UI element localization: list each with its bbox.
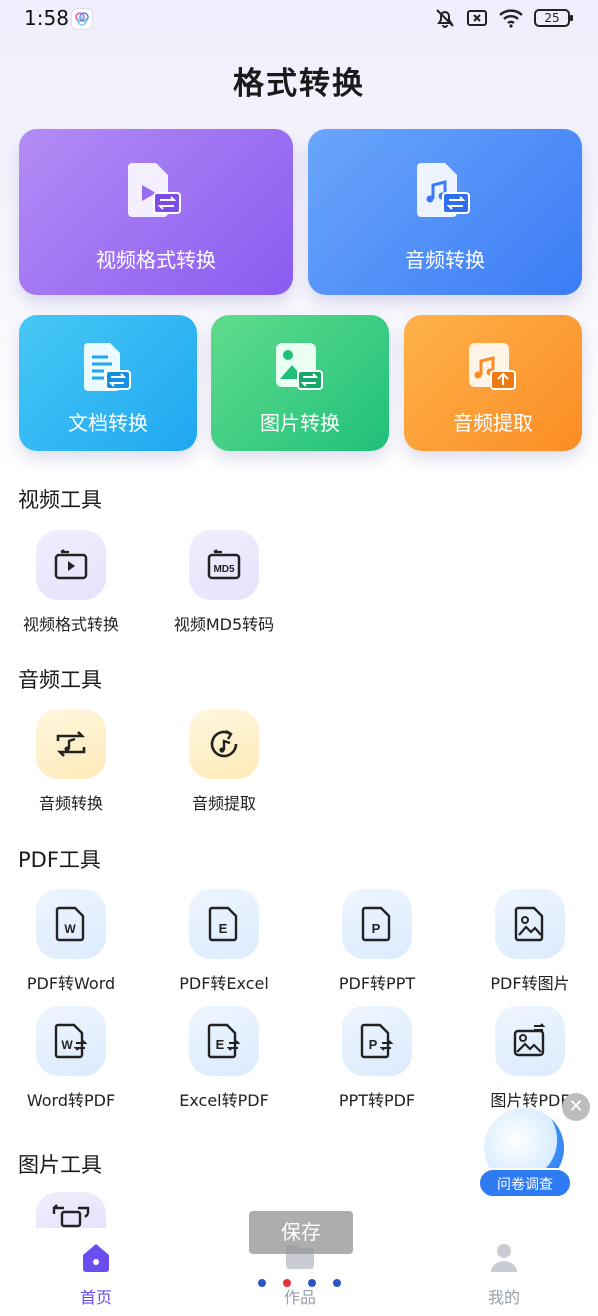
- word-to-pdf-icon: W: [36, 1006, 106, 1076]
- word-file-icon: W: [36, 889, 106, 959]
- card-label: 视频格式转换: [96, 248, 216, 272]
- md5-icon: MD5: [189, 530, 259, 600]
- loading-dots: [258, 1279, 341, 1287]
- audio-extract-circle-icon: [189, 709, 259, 779]
- section-title-pdf: PDF工具: [18, 848, 101, 872]
- image-convert-icon: [274, 341, 326, 399]
- tool-label: PDF转Excel: [179, 974, 269, 993]
- video-file-convert-icon: [126, 159, 186, 225]
- tool-ppt-to-pdf[interactable]: P PPT转PDF: [307, 1006, 447, 1111]
- wifi-icon: [498, 7, 524, 29]
- card-label: 音频提取: [453, 411, 533, 435]
- tool-label: 视频格式转换: [22, 615, 119, 634]
- close-icon[interactable]: ✕: [562, 1093, 590, 1121]
- excel-to-pdf-icon: E: [189, 1006, 259, 1076]
- home-icon: [83, 1244, 109, 1272]
- audio-extract-icon: [467, 341, 519, 399]
- svg-text:E: E: [219, 921, 228, 936]
- dot: [333, 1279, 341, 1287]
- tool-label: 音频转换: [38, 794, 103, 813]
- tool-pdf-to-image[interactable]: PDF转图片: [460, 889, 598, 994]
- save-toast: 保存: [249, 1211, 353, 1254]
- card-label: 文档转换: [68, 411, 148, 435]
- person-icon: [491, 1244, 517, 1272]
- tool-audio-convert[interactable]: 音频转换: [1, 709, 141, 814]
- tool-image-partial[interactable]: [36, 1192, 106, 1228]
- sim-disabled-icon: [466, 7, 488, 29]
- tool-video-md5[interactable]: MD5 视频MD5转码: [154, 530, 294, 635]
- image-convert-card[interactable]: 图片转换: [211, 315, 389, 451]
- tool-word-to-pdf[interactable]: W Word转PDF: [1, 1006, 141, 1111]
- audio-loop-convert-icon: [36, 709, 106, 779]
- document-convert-card[interactable]: 文档转换: [19, 315, 197, 451]
- nav-home[interactable]: 首页: [46, 1240, 146, 1308]
- page-title: 格式转换: [233, 66, 365, 102]
- ppt-file-icon: P: [342, 889, 412, 959]
- tool-label: PDF转图片: [490, 974, 570, 993]
- dot: [308, 1279, 316, 1287]
- document-convert-icon: [82, 341, 134, 399]
- tool-excel-to-pdf[interactable]: E Excel转PDF: [154, 1006, 294, 1111]
- svg-text:P: P: [369, 1037, 378, 1052]
- tool-pdf-to-ppt[interactable]: P PDF转PPT: [307, 889, 447, 994]
- nav-label: 我的: [487, 1288, 520, 1307]
- audio-convert-card[interactable]: 音频转换: [308, 129, 582, 295]
- video-convert-icon: [36, 530, 106, 600]
- video-format-convert-card[interactable]: 视频格式转换: [19, 129, 293, 295]
- audio-extract-card[interactable]: 音频提取: [404, 315, 582, 451]
- app-notification-icon: [72, 9, 92, 29]
- nav-label: 首页: [79, 1288, 112, 1307]
- svg-text:E: E: [216, 1037, 225, 1052]
- svg-text:MD5: MD5: [213, 564, 235, 575]
- svg-text:W: W: [61, 1038, 73, 1052]
- dot: [283, 1279, 291, 1287]
- dot: [258, 1279, 266, 1287]
- svg-text:W: W: [64, 922, 76, 936]
- image-to-pdf-icon: [495, 1006, 565, 1076]
- audio-file-convert-icon: [415, 159, 475, 225]
- image-file-icon: [495, 889, 565, 959]
- excel-file-icon: E: [189, 889, 259, 959]
- nav-label: 作品: [283, 1288, 316, 1307]
- tool-pdf-to-word[interactable]: W PDF转Word: [1, 889, 141, 994]
- section-title-video: 视频工具: [18, 488, 102, 512]
- tool-label: PDF转PPT: [338, 974, 416, 993]
- tool-label: Word转PDF: [26, 1091, 116, 1110]
- image-tool-icon: [52, 1204, 90, 1228]
- survey-floating-button[interactable]: 问卷调查: [478, 1106, 574, 1202]
- tool-label: Excel转PDF: [179, 1091, 269, 1110]
- tool-label: PPT转PDF: [338, 1091, 416, 1110]
- tool-video-format-convert[interactable]: 视频格式转换: [1, 530, 141, 635]
- battery-icon: 25: [534, 9, 573, 27]
- status-time: 1:58: [24, 6, 69, 30]
- tool-label: 视频MD5转码: [173, 615, 275, 634]
- status-bar: 1:58 25: [0, 0, 598, 36]
- tool-label: PDF转Word: [26, 974, 116, 993]
- svg-text:P: P: [372, 921, 381, 936]
- nav-mine[interactable]: 我的: [454, 1240, 554, 1308]
- tool-label: 音频提取: [191, 794, 256, 813]
- ppt-to-pdf-icon: P: [342, 1006, 412, 1076]
- card-label: 音频转换: [405, 248, 485, 272]
- bell-muted-icon: [434, 7, 456, 29]
- tool-audio-extract[interactable]: 音频提取: [154, 709, 294, 814]
- card-label: 图片转换: [260, 411, 340, 435]
- tool-pdf-to-excel[interactable]: E PDF转Excel: [154, 889, 294, 994]
- survey-label: 问卷调查: [478, 1168, 572, 1198]
- section-title-image: 图片工具: [18, 1153, 102, 1177]
- section-title-audio: 音频工具: [18, 668, 102, 692]
